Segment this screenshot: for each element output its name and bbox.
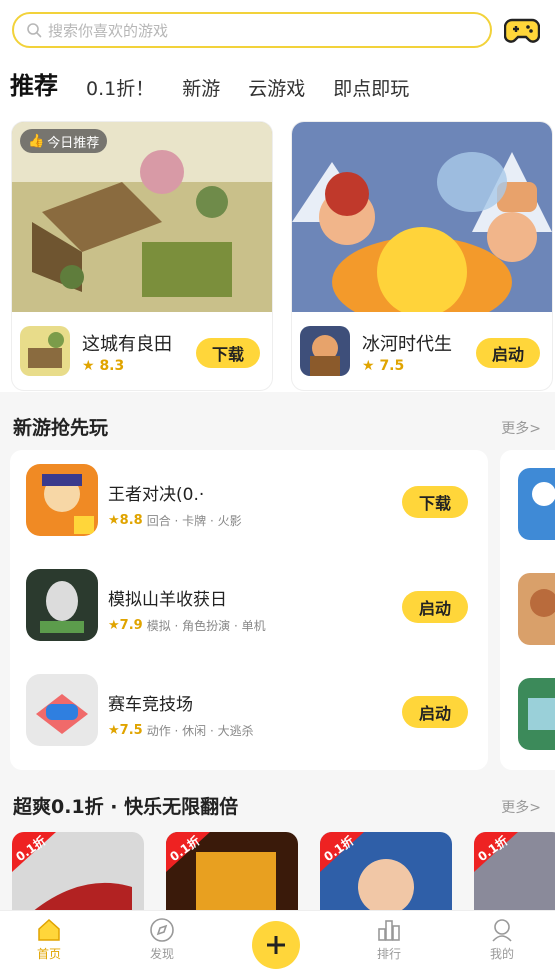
featured-banner-image [292, 122, 552, 312]
game-name: 王者对决(0.· [108, 485, 205, 505]
star-icon: ★ [362, 358, 375, 374]
list-item[interactable]: 模拟山羊收获日 ★7.9 模拟 · 角色扮演 · 单机 启动 [10, 555, 488, 660]
game-icon [20, 326, 70, 376]
game-name: 赛车竞技场 [108, 695, 193, 715]
create-button[interactable] [252, 921, 300, 969]
tab-recommend[interactable]: 推荐 [10, 66, 58, 101]
ranking-icon [378, 920, 400, 941]
nav-home[interactable]: 首页 [19, 917, 79, 962]
featured-card[interactable]: 👍 今日推荐 这城有良田 ★ 8.3 下载 [12, 122, 272, 390]
game-rating: ★ 7.5 [362, 358, 404, 374]
game-name: 这城有良田 [82, 334, 172, 355]
badge-label: 今日推荐 [47, 135, 100, 151]
rating-value: 7.5 [379, 358, 405, 374]
featured-card[interactable]: 冰河时代生 ★ 7.5 启动 [292, 122, 552, 390]
search-icon [27, 23, 42, 38]
list-item[interactable]: 赛车竞技场 ★7.5 动作 · 休闲 · 大逃杀 启动 [10, 660, 488, 765]
game-icon [300, 326, 350, 376]
new-games-list-peek [500, 450, 555, 770]
tab-instant[interactable]: 即点即玩 [333, 74, 409, 101]
rating-value: 8.8 [119, 513, 143, 528]
game-meta: ★7.5 动作 · 休闲 · 大逃杀 [108, 722, 254, 739]
profile-icon [492, 919, 512, 942]
section-title-discount: 超爽0.1折 · 快乐无限翻倍 [13, 796, 239, 818]
game-rating: ★ 8.3 [82, 358, 124, 374]
discount-game-card[interactable]: 0.1折 [320, 832, 452, 922]
game-meta: ★8.8 回合 · 卡牌 · 火影 [108, 512, 242, 529]
compass-icon [150, 918, 174, 942]
section-title-new-games: 新游抢先玩 [13, 417, 109, 439]
game-rating: ★8.8 [108, 513, 143, 528]
today-pick-badge: 👍 今日推荐 [20, 129, 108, 153]
game-tags: 模拟 · 角色扮演 · 单机 [146, 619, 266, 633]
nav-ranking[interactable]: 排行 [359, 917, 419, 962]
game-meta: ★7.9 模拟 · 角色扮演 · 单机 [108, 617, 266, 634]
nav-profile[interactable]: 我的 [472, 917, 532, 962]
tab-discount[interactable]: 0.1折！ [86, 74, 154, 101]
app-page: 搜索你喜欢的游戏 推荐 0.1折！ 新游 云游戏 即点即玩 👍 今日推荐 这城有… [0, 0, 555, 973]
game-icon[interactable] [518, 573, 555, 645]
game-name: 模拟山羊收获日 [108, 590, 227, 610]
top-tabs: 推荐 0.1折！ 新游 云游戏 即点即玩 [10, 66, 409, 101]
featured-section: 👍 今日推荐 这城有良田 ★ 8.3 下载 冰河时代生 ★ 7.5 启动 [0, 108, 555, 392]
thumbs-up-icon: 👍 [28, 133, 45, 149]
game-icon [26, 674, 98, 746]
home-icon [38, 918, 60, 941]
nav-label: 首页 [36, 947, 61, 961]
tab-new[interactable]: 新游 [182, 74, 220, 101]
game-rating: ★7.9 [108, 618, 143, 633]
tab-cloud[interactable]: 云游戏 [248, 74, 305, 101]
discount-game-card[interactable]: 0.1折 [12, 832, 144, 922]
bottom-nav: 首页 发现 排行 我的 [0, 910, 555, 973]
search-placeholder: 搜索你喜欢的游戏 [48, 21, 169, 40]
game-tags: 回合 · 卡牌 · 火影 [146, 514, 242, 528]
game-icon[interactable] [518, 468, 555, 540]
launch-button[interactable]: 启动 [402, 591, 468, 623]
more-link-discount[interactable]: 更多> [501, 797, 541, 817]
search-input[interactable]: 搜索你喜欢的游戏 [12, 12, 492, 48]
game-icon [26, 569, 98, 641]
more-link-new-games[interactable]: 更多> [501, 418, 541, 438]
header: 搜索你喜欢的游戏 推荐 0.1折！ 新游 云游戏 即点即玩 [0, 0, 555, 108]
launch-button[interactable]: 启动 [402, 696, 468, 728]
game-icon[interactable] [518, 678, 555, 750]
game-name: 冰河时代生 [362, 334, 452, 355]
rating-value: 7.9 [119, 618, 143, 633]
game-tags: 动作 · 休闲 · 大逃杀 [146, 724, 254, 738]
rating-value: 7.5 [119, 723, 143, 738]
discount-game-card[interactable]: 0.1折 [166, 832, 298, 922]
discount-game-card[interactable]: 0.1折 [474, 832, 555, 922]
nav-label: 发现 [149, 947, 174, 961]
new-games-list: 王者对决(0.· ★8.8 回合 · 卡牌 · 火影 下载 模拟山羊收获日 ★7… [10, 450, 488, 770]
plus-icon [267, 936, 285, 954]
launch-button[interactable]: 启动 [476, 338, 540, 368]
gamepad-icon[interactable] [504, 14, 540, 46]
rating-value: 8.3 [99, 358, 125, 374]
list-item[interactable]: 王者对决(0.· ★8.8 回合 · 卡牌 · 火影 下载 [10, 450, 488, 555]
star-icon: ★ [82, 358, 95, 374]
nav-label: 我的 [489, 947, 514, 961]
game-icon [26, 464, 98, 536]
nav-discover[interactable]: 发现 [132, 917, 192, 962]
game-rating: ★7.5 [108, 723, 143, 738]
nav-label: 排行 [376, 947, 401, 961]
download-button[interactable]: 下载 [196, 338, 260, 368]
download-button[interactable]: 下载 [402, 486, 468, 518]
